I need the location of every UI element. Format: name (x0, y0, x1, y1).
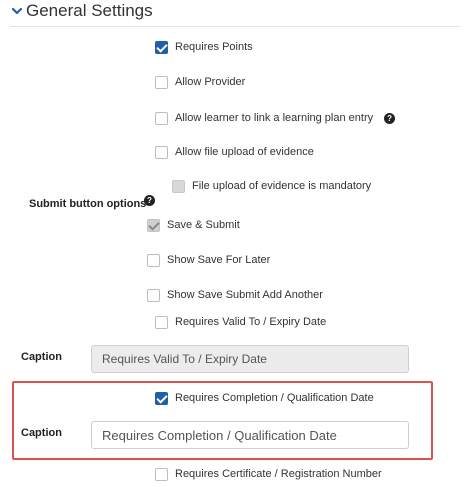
allow-file-upload-option: Allow file upload of evidence (155, 144, 314, 160)
show-save-submit-add-option: Show Save Submit Add Another (147, 287, 323, 303)
requires-valid-to-label: Requires Valid To / Expiry Date (175, 316, 327, 328)
requires-valid-to-checkbox[interactable] (155, 315, 168, 329)
completion-caption-input[interactable]: Requires Completion / Qualification Date (91, 421, 409, 449)
show-save-submit-add-label: Show Save Submit Add Another (167, 289, 323, 301)
show-save-later-label: Show Save For Later (167, 254, 271, 266)
show-save-later-option: Show Save For Later (147, 252, 270, 268)
chevron-down-icon (11, 7, 23, 15)
section-title: General Settings (26, 1, 153, 20)
requires-completion-checkbox[interactable] (155, 391, 168, 405)
allow-learner-link-label: Allow learner to link a learning plan en… (175, 112, 374, 124)
requires-points-checkbox[interactable] (155, 40, 168, 54)
show-save-submit-add-checkbox[interactable] (147, 288, 160, 302)
allow-provider-checkbox[interactable] (155, 75, 168, 89)
requires-certificate-checkbox[interactable] (155, 467, 168, 481)
section-header-general-settings[interactable]: General Settings (10, 0, 153, 22)
valid-to-caption-label: Caption (21, 351, 62, 363)
file-upload-mandatory-checkbox[interactable] (172, 179, 185, 193)
allow-provider-label: Allow Provider (175, 76, 246, 88)
submit-button-options-row: Submit button options (29, 198, 146, 210)
requires-certificate-option: Requires Certificate / Registration Numb… (155, 466, 382, 482)
file-upload-mandatory-option: File upload of evidence is mandatory (172, 178, 371, 194)
completion-caption-value: Requires Completion / Qualification Date (102, 427, 337, 443)
valid-to-caption-value: Requires Valid To / Expiry Date (102, 352, 267, 366)
submit-button-options-label: Submit button options (29, 198, 147, 210)
requires-points-label: Requires Points (175, 41, 253, 53)
requires-completion-label: Requires Completion / Qualification Date (175, 392, 374, 404)
requires-completion-option: Requires Completion / Qualification Date (155, 390, 374, 406)
requires-valid-to-option: Requires Valid To / Expiry Date (155, 314, 326, 330)
completion-caption-label: Caption (21, 427, 62, 439)
submit-options-help-icon[interactable]: ? (144, 195, 155, 206)
save-submit-label: Save & Submit (167, 219, 240, 231)
header-divider (10, 26, 460, 27)
allow-learner-link-checkbox[interactable] (155, 111, 168, 125)
allow-file-upload-label: Allow file upload of evidence (175, 146, 314, 158)
allow-file-upload-checkbox[interactable] (155, 145, 168, 159)
allow-learner-link-option: Allow learner to link a learning plan en… (155, 110, 396, 126)
save-submit-option: Save & Submit (147, 217, 240, 233)
requires-certificate-label: Requires Certificate / Registration Numb… (175, 468, 382, 480)
allow-provider-option: Allow Provider (155, 74, 245, 90)
valid-to-caption-input[interactable]: Requires Valid To / Expiry Date (91, 345, 409, 373)
save-submit-checkbox[interactable] (147, 218, 160, 232)
requires-points-option: Requires Points (155, 39, 253, 55)
show-save-later-checkbox[interactable] (147, 253, 160, 267)
file-upload-mandatory-label: File upload of evidence is mandatory (192, 180, 372, 192)
help-icon[interactable]: ? (384, 112, 396, 124)
